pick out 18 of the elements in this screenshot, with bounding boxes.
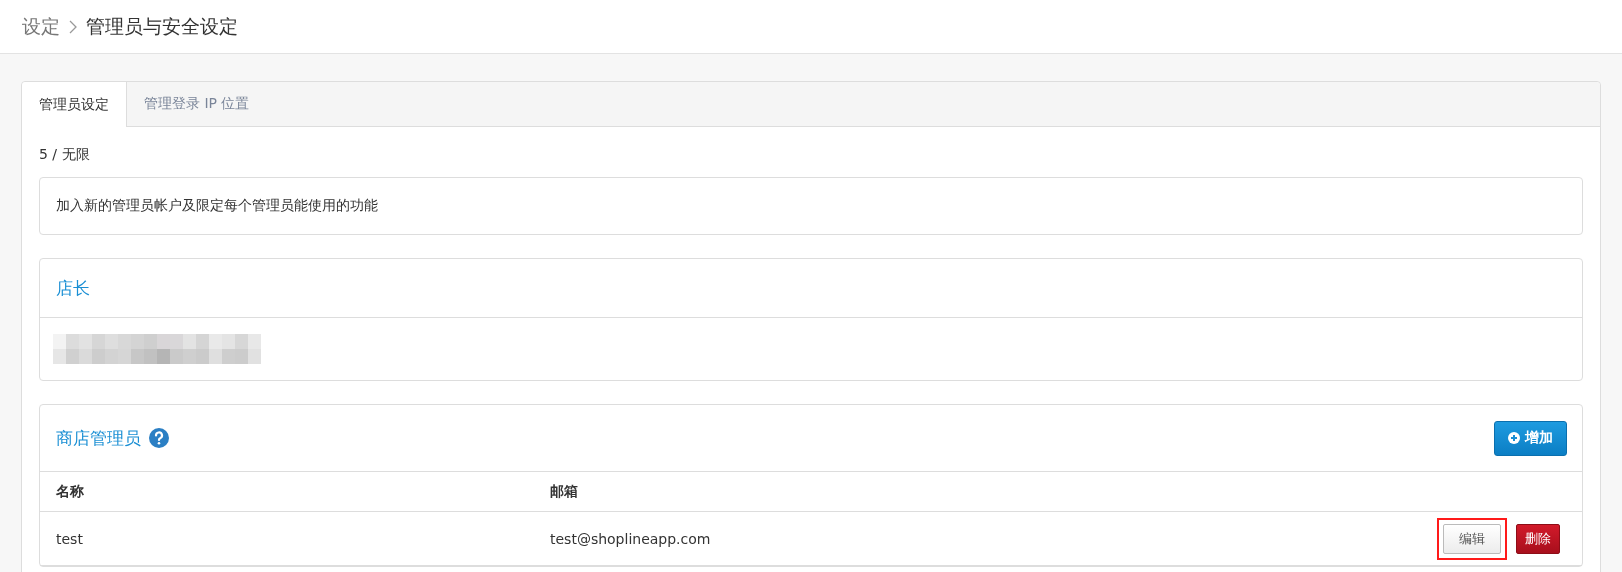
add-button[interactable]: 增加 bbox=[1494, 420, 1567, 456]
chevron-icon bbox=[69, 19, 77, 34]
edit-button[interactable]: 编辑 bbox=[1443, 523, 1501, 554]
plus-circle-icon bbox=[1508, 432, 1520, 444]
breadcrumb-link[interactable]: 设定 bbox=[22, 13, 60, 40]
tab[interactable]: 管理员设定 bbox=[22, 82, 127, 127]
table-cell-text: test@shoplineapp.com bbox=[550, 530, 712, 547]
tab[interactable]: 管理登录 IP 位置 bbox=[127, 82, 267, 126]
delete-button[interactable]: 删除 bbox=[1516, 523, 1560, 554]
card-title: 店长 bbox=[56, 276, 90, 300]
admin-count: 5 / 无限 bbox=[39, 145, 91, 164]
card-title: 商店管理员 bbox=[56, 426, 141, 450]
column-header: 名称 bbox=[56, 482, 85, 501]
help-icon[interactable] bbox=[149, 428, 169, 448]
table-cell-text: test bbox=[56, 530, 84, 547]
page-title: 管理员与安全设定 bbox=[86, 13, 238, 39]
column-header: 邮箱 bbox=[550, 482, 579, 501]
description-text: 加入新的管理员帐户及限定每个管理员能使用的功能 bbox=[56, 197, 378, 213]
